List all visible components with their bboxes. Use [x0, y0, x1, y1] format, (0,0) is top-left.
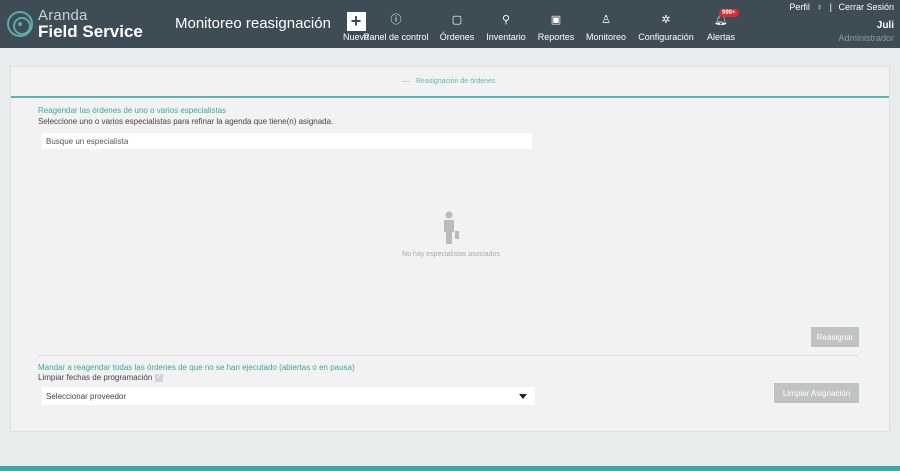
clear-dates-checkbox[interactable] — [155, 372, 164, 382]
brand-logo[interactable]: Aranda Field Service — [0, 0, 158, 48]
alerts-badge: 999+ — [719, 9, 739, 17]
tab-bar: Reasignación de órdenes — [11, 67, 889, 98]
section2-title: Mandar a reagendar todas las órdenes de … — [38, 363, 355, 372]
links-separator: | — [829, 2, 832, 12]
nav-label: Inventario — [486, 32, 526, 42]
reassignment-card: Reasignación de órdenes Reagendar las ór… — [10, 66, 890, 432]
nav-label: Órdenes — [439, 32, 475, 42]
nav-label: Alertas — [706, 32, 735, 42]
footer-accent-bar — [0, 466, 900, 471]
provider-select[interactable]: Seleccionar proveedor — [42, 387, 535, 405]
chevron-down-icon — [519, 393, 527, 399]
provider-select-value: Seleccionar proveedor — [46, 391, 127, 401]
tab-reasignacion-de-ordenes[interactable]: Reasignación de órdenes — [401, 78, 495, 85]
reassign-button[interactable]: Reasignar — [811, 327, 859, 347]
clear-dates-row: Limpiar fechas de programación — [38, 372, 164, 382]
nav-item-alertas[interactable]: 🔔︎ 999+ Alertas — [700, 0, 742, 48]
section1-subtitle: Seleccione uno o varios especialistas pa… — [38, 117, 334, 126]
nav-item-panel-de-control[interactable]: ⓘ Panel de control — [362, 0, 430, 48]
specialist-empty-icon — [444, 211, 459, 244]
user-role: Administrador — [838, 33, 894, 43]
top-header: Aranda Field Service Monitoreo reasignac… — [0, 0, 900, 48]
aranda-logo-icon — [7, 11, 33, 37]
user-panel: Perfil ♀ | Cerrar Sesión Juli Administra… — [785, 0, 894, 43]
nav-item-reportes[interactable]: ▣ Reportes — [532, 0, 580, 48]
gear-icon: ✲ — [661, 14, 671, 26]
logout-link[interactable]: Cerrar Sesión — [838, 2, 894, 12]
nav-item-ordenes[interactable]: ▢ Órdenes — [434, 0, 480, 48]
report-icon: ▣ — [550, 14, 562, 26]
cart-icon: ⚲ — [501, 14, 511, 26]
section-divider — [38, 355, 858, 356]
info-circle-icon: ⓘ — [390, 14, 402, 26]
page-title: Monitoreo reasignación — [175, 15, 331, 32]
user-icon: ♀ — [816, 2, 824, 12]
profile-link[interactable]: Perfil — [789, 2, 810, 12]
nav-label: Panel de control — [363, 32, 429, 42]
section1-title: Reagendar las órdenes de uno o varios es… — [38, 106, 227, 115]
specialist-search-input[interactable] — [42, 133, 532, 149]
nav-item-monitoreo[interactable]: ♙ Monitoreo — [580, 0, 632, 48]
user-name: Juli — [876, 20, 894, 31]
person-icon: ♙ — [601, 14, 611, 26]
nav-label: Configuración — [638, 32, 694, 42]
nav-item-inventario[interactable]: ⚲ Inventario — [480, 0, 532, 48]
calendar-icon: ▢ — [451, 14, 463, 26]
nav-label: Monitoreo — [585, 32, 627, 42]
nav-label: Reportes — [537, 32, 575, 42]
nav-item-configuracion[interactable]: ✲ Configuración — [632, 0, 700, 48]
user-links: Perfil ♀ | Cerrar Sesión — [785, 2, 894, 12]
clear-dates-label: Limpiar fechas de programación — [38, 373, 153, 382]
main-nav: + Nueva ⓘ Panel de control ▢ Órdenes ⚲ I… — [340, 0, 748, 48]
brand-name-line2: Field Service — [38, 22, 143, 41]
empty-state-message: No hay especialistas asociados — [402, 251, 500, 258]
clear-assignment-button[interactable]: Limpiar Asignación — [774, 383, 859, 403]
